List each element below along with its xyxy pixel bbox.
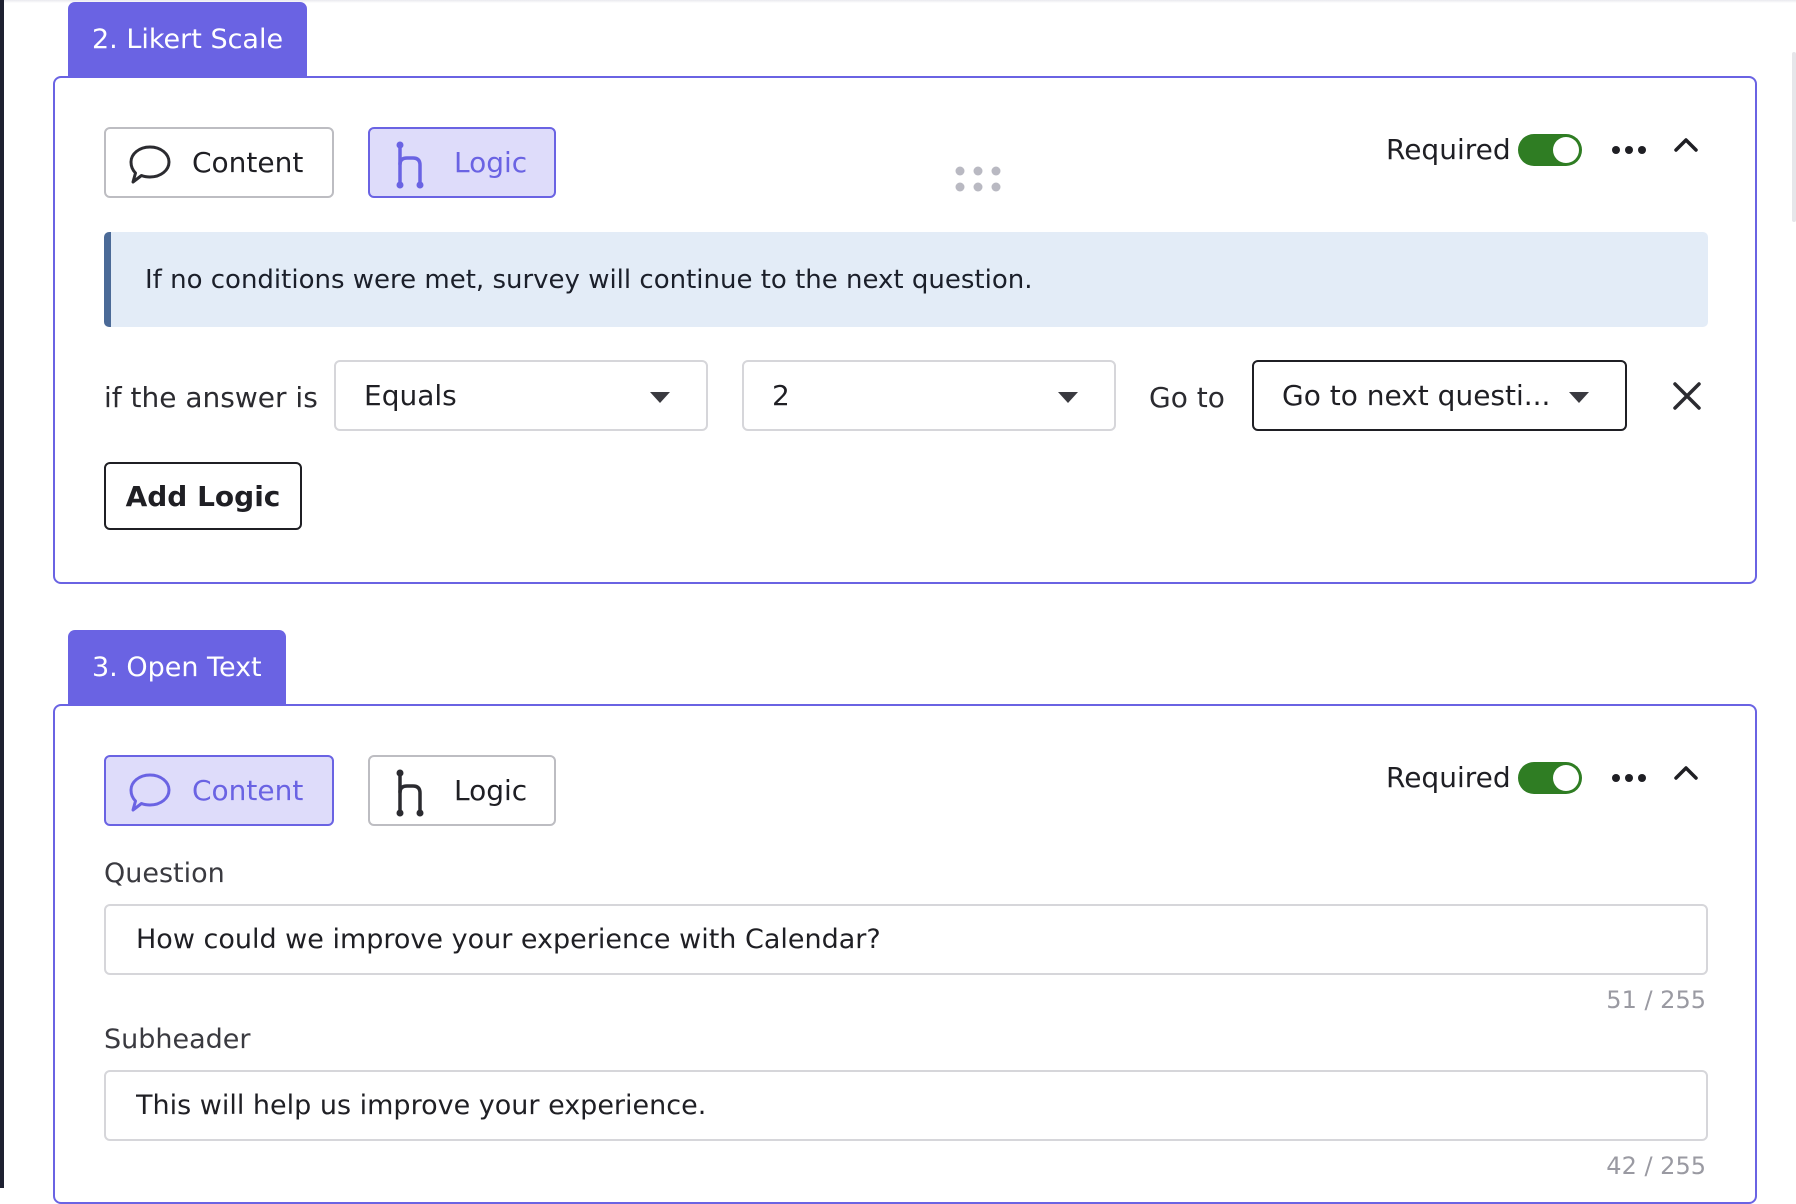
logic-tab-button[interactable]: Logic <box>368 127 556 198</box>
content-tab-label: Content <box>192 774 304 807</box>
add-logic-button[interactable]: Add Logic <box>104 462 302 530</box>
required-label: Required <box>1386 761 1511 794</box>
question-card-likert-scale: Content Logic Required If no conditions … <box>53 76 1757 584</box>
logic-info-banner: If no conditions were met, survey will c… <box>104 232 1708 327</box>
goto-label: Go to <box>1149 381 1225 414</box>
dropdown-caret-icon <box>1569 392 1589 403</box>
more-options-icon[interactable] <box>1612 145 1646 155</box>
dropdown-caret-icon <box>1058 392 1078 403</box>
question-title: 2. Likert Scale <box>92 23 284 55</box>
operator-select[interactable]: Equals <box>334 360 708 431</box>
logic-branch-icon <box>396 769 424 817</box>
remove-condition-icon[interactable] <box>1672 381 1702 411</box>
question-tab-likert-scale[interactable]: 2. Likert Scale <box>68 2 308 76</box>
content-tab-button[interactable]: Content <box>104 127 334 198</box>
answer-value: 2 <box>772 379 790 412</box>
goto-select[interactable]: Go to next questi... <box>1252 360 1627 431</box>
drag-handle-icon[interactable] <box>955 166 1001 192</box>
subheader-char-counter: 42 / 255 <box>1606 1152 1706 1180</box>
question-label: Question <box>104 858 225 889</box>
banner-text: If no conditions were met, survey will c… <box>145 264 1033 295</box>
question-char-counter: 51 / 255 <box>1606 986 1706 1014</box>
question-tab-open-text[interactable]: 3. Open Text <box>68 630 286 704</box>
logic-branch-icon <box>396 141 424 189</box>
answer-value-select[interactable]: 2 <box>742 360 1116 431</box>
subheader-label: Subheader <box>104 1024 251 1055</box>
logic-tab-button[interactable]: Logic <box>368 755 556 826</box>
required-toggle[interactable] <box>1518 762 1582 794</box>
content-tab-label: Content <box>192 146 304 179</box>
logic-tab-label: Logic <box>454 774 528 807</box>
operator-value: Equals <box>364 379 457 412</box>
content-tab-button[interactable]: Content <box>104 755 334 826</box>
chevron-up-icon[interactable] <box>1673 763 1699 781</box>
add-logic-label: Add Logic <box>125 479 281 513</box>
dropdown-caret-icon <box>650 392 670 403</box>
scrollbar[interactable] <box>1792 52 1796 222</box>
condition-label: if the answer is <box>104 381 318 414</box>
required-toggle[interactable] <box>1518 134 1582 166</box>
chevron-up-icon[interactable] <box>1673 135 1699 153</box>
more-options-icon[interactable] <box>1612 773 1646 783</box>
question-input[interactable] <box>104 904 1708 975</box>
required-label: Required <box>1386 133 1511 166</box>
speech-bubble-icon <box>129 145 171 184</box>
speech-bubble-icon <box>129 773 171 812</box>
question-card-open-text: Content Logic Required Question 51 / 255… <box>53 704 1757 1204</box>
goto-value: Go to next questi... <box>1282 379 1551 412</box>
subheader-input[interactable] <box>104 1070 1708 1141</box>
question-title: 3. Open Text <box>92 651 262 683</box>
logic-tab-label: Logic <box>454 146 528 179</box>
left-edge <box>0 0 4 1188</box>
